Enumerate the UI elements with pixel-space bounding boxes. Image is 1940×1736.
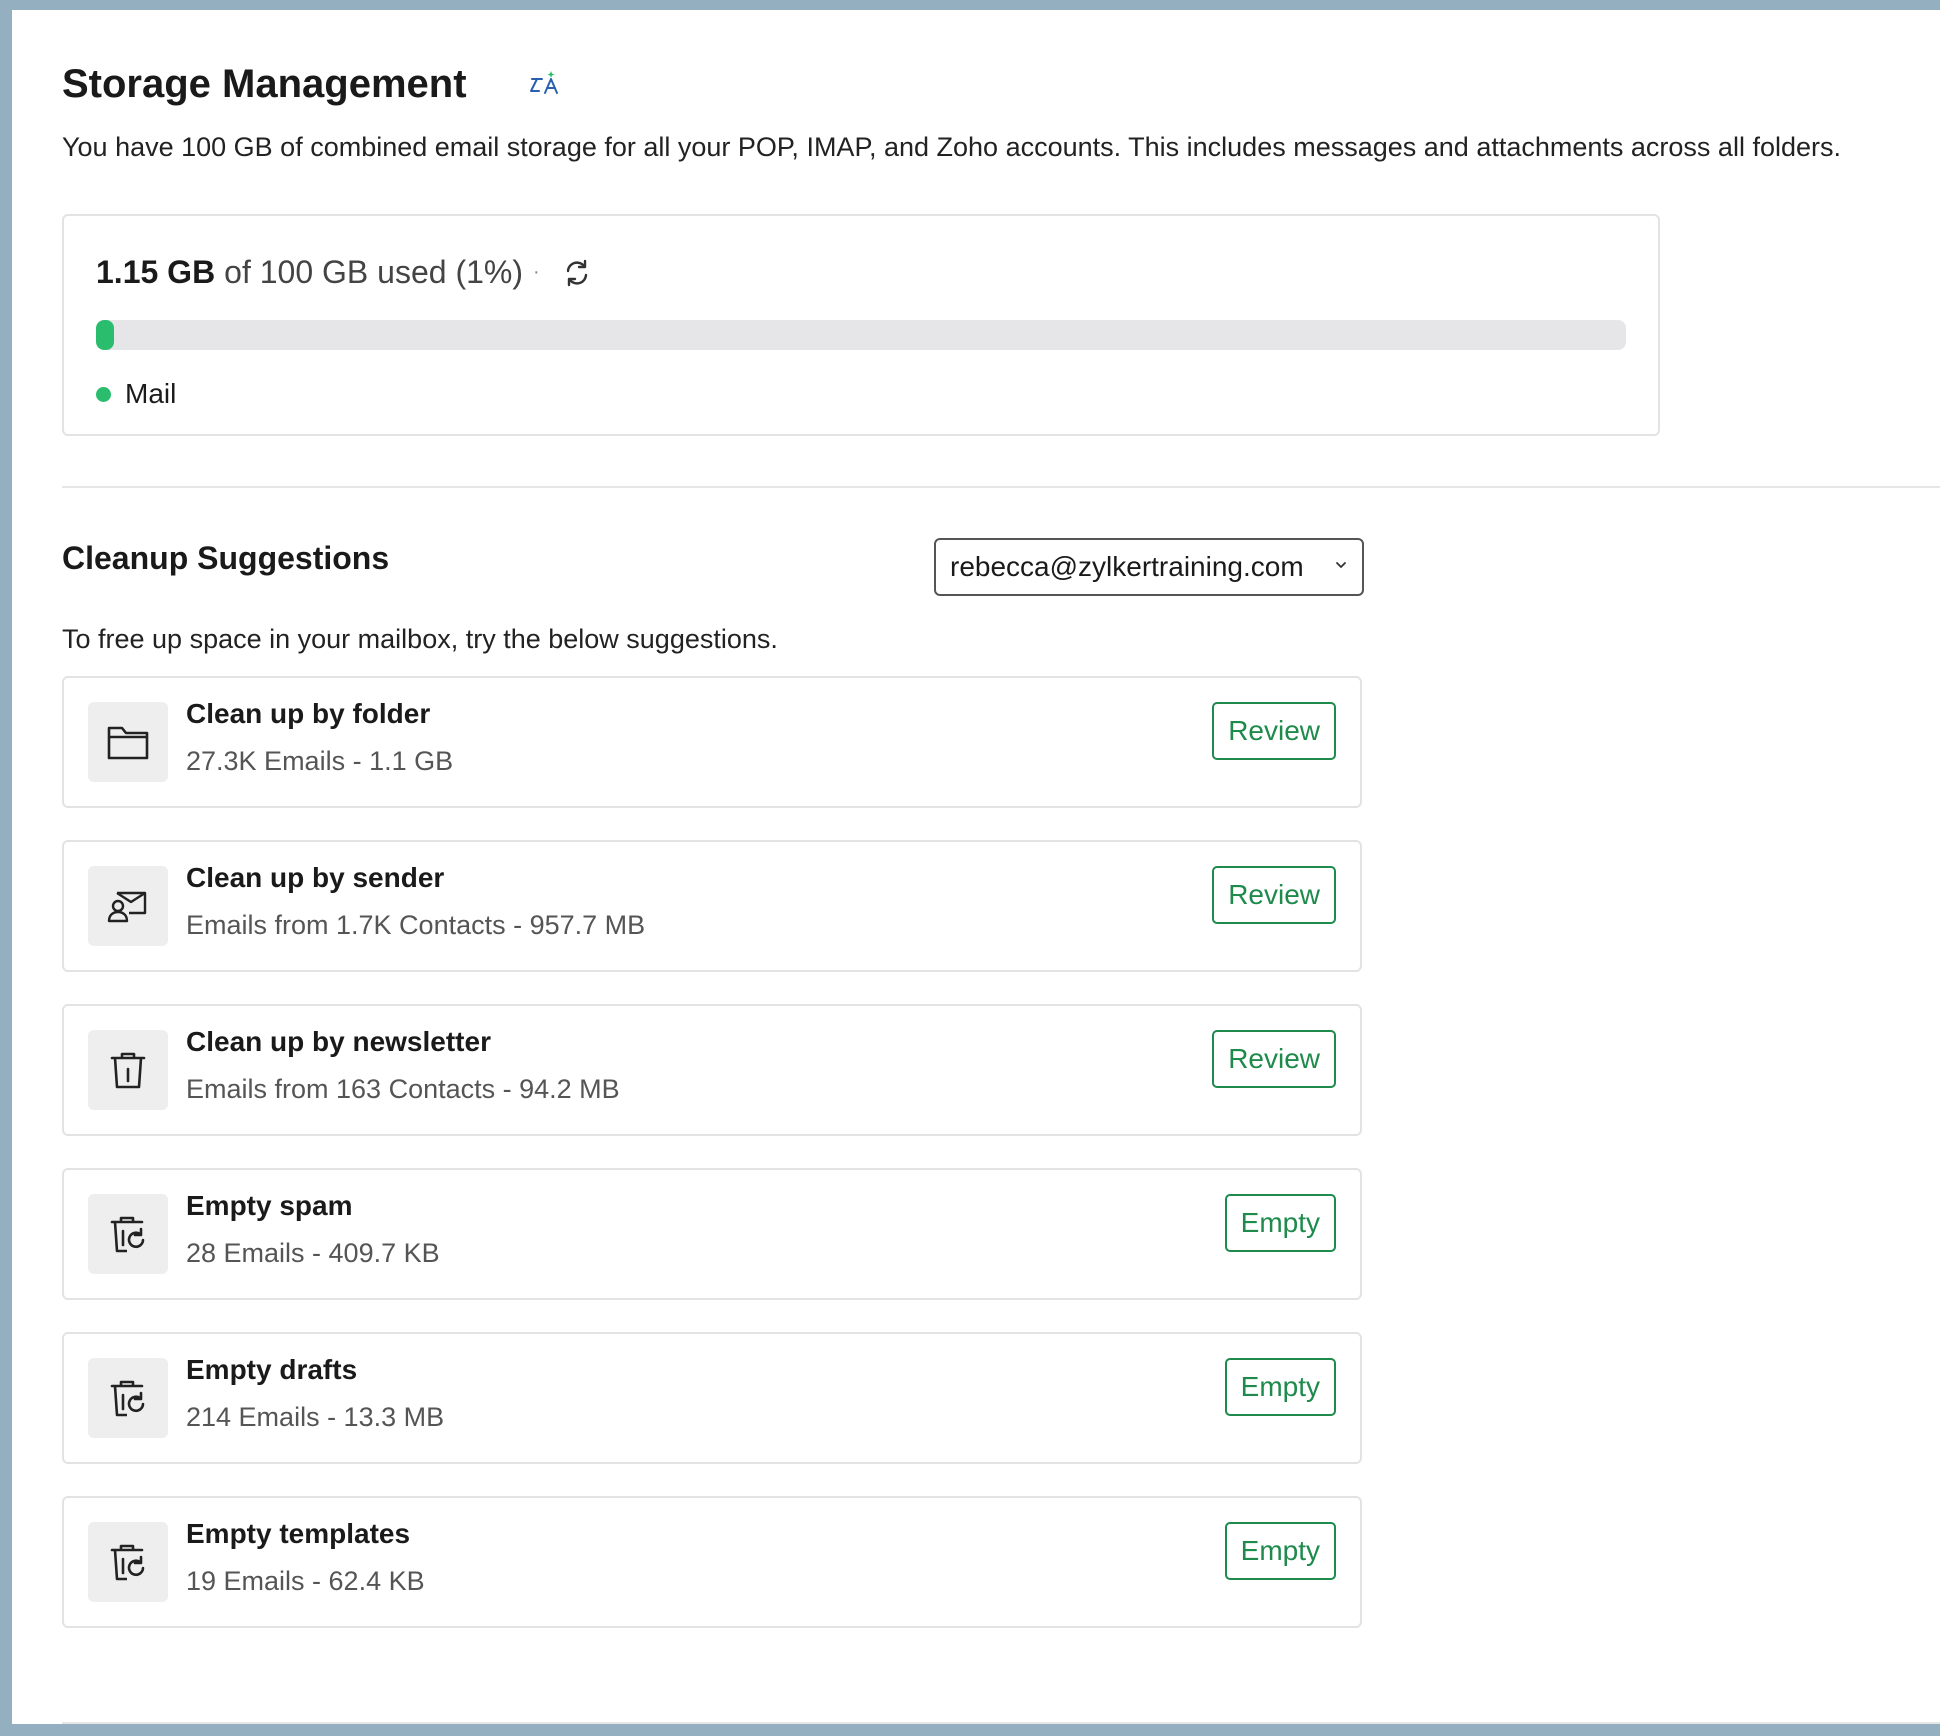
section-divider	[62, 486, 1940, 488]
storage-progress-bar	[96, 320, 1626, 350]
cleanup-title: Cleanup Suggestions	[62, 540, 390, 576]
empty-button[interactable]: Empty	[1224, 1358, 1336, 1416]
review-button[interactable]: Review	[1212, 866, 1336, 924]
empty-bin-icon	[88, 1358, 168, 1438]
cleanup-item-templates: Empty templates 19 Emails - 62.4 KB Empt…	[62, 1496, 1362, 1628]
cleanup-suggestion-list: Clean up by folder 27.3K Emails - 1.1 GB…	[62, 676, 1362, 1660]
item-subtitle: 214 Emails - 13.3 MB	[186, 1402, 445, 1432]
chevron-down-icon	[1336, 562, 1346, 568]
account-select-value: rebecca@zylkertraining.com	[950, 551, 1304, 582]
storage-progress-fill	[96, 320, 114, 350]
empty-bin-icon	[88, 1194, 168, 1274]
translate-icon[interactable]	[527, 67, 563, 103]
item-title: Empty spam	[186, 1190, 353, 1221]
item-title: Empty templates	[186, 1518, 411, 1549]
item-subtitle: 27.3K Emails - 1.1 GB	[186, 746, 454, 776]
cleanup-item-folder: Clean up by folder 27.3K Emails - 1.1 GB…	[62, 676, 1362, 808]
storage-management-page: Storage Management You have 100 GB of co…	[12, 10, 1940, 1724]
page-description: You have 100 GB of combined email storag…	[62, 132, 1841, 162]
cleanup-item-spam: Empty spam 28 Emails - 409.7 KB Empty	[62, 1168, 1362, 1300]
cleanup-description: To free up space in your mailbox, try th…	[62, 624, 778, 654]
content-area: Storage Management You have 100 GB of co…	[62, 10, 1940, 1724]
item-title: Clean up by newsletter	[186, 1026, 491, 1057]
review-button[interactable]: Review	[1212, 1030, 1336, 1088]
mail-legend-dot	[96, 386, 111, 402]
item-subtitle: Emails from 163 Contacts - 94.2 MB	[186, 1074, 620, 1104]
newsletter-trash-icon	[88, 1030, 168, 1110]
folder-icon	[88, 702, 168, 782]
empty-button[interactable]: Empty	[1224, 1522, 1336, 1580]
usage-summary: 1.15 GB of 100 GB used (1%) ·	[96, 254, 594, 291]
cleanup-item-newsletter: Clean up by newsletter Emails from 163 C…	[62, 1004, 1362, 1136]
item-subtitle: 28 Emails - 409.7 KB	[186, 1238, 440, 1268]
mail-legend-label: Mail	[125, 378, 177, 409]
item-title: Clean up by sender	[186, 862, 445, 893]
used-amount: 1.15 GB	[96, 254, 216, 290]
title-row: Storage Management	[62, 62, 563, 107]
review-button[interactable]: Review	[1212, 702, 1336, 760]
usage-legend: Mail	[96, 378, 176, 410]
item-subtitle: Emails from 1.7K Contacts - 957.7 MB	[186, 910, 646, 940]
usage-total: of 100 GB used (1%)	[224, 254, 523, 290]
refresh-icon[interactable]	[560, 256, 594, 290]
empty-bin-icon	[88, 1522, 168, 1602]
usage-separator: ·	[533, 261, 540, 283]
bottom-divider	[62, 1722, 1940, 1724]
cleanup-item-sender: Clean up by sender Emails from 1.7K Cont…	[62, 840, 1362, 972]
account-select[interactable]: rebecca@zylkertraining.com	[934, 538, 1364, 596]
sender-icon	[88, 866, 168, 946]
item-subtitle: 19 Emails - 62.4 KB	[186, 1566, 425, 1596]
item-title: Empty drafts	[186, 1354, 358, 1385]
page-title: Storage Management	[62, 62, 467, 106]
item-title: Clean up by folder	[186, 698, 431, 729]
storage-usage-card: 1.15 GB of 100 GB used (1%) · Mail	[62, 214, 1660, 436]
empty-button[interactable]: Empty	[1224, 1194, 1336, 1252]
cleanup-item-drafts: Empty drafts 214 Emails - 13.3 MB Empty	[62, 1332, 1362, 1464]
